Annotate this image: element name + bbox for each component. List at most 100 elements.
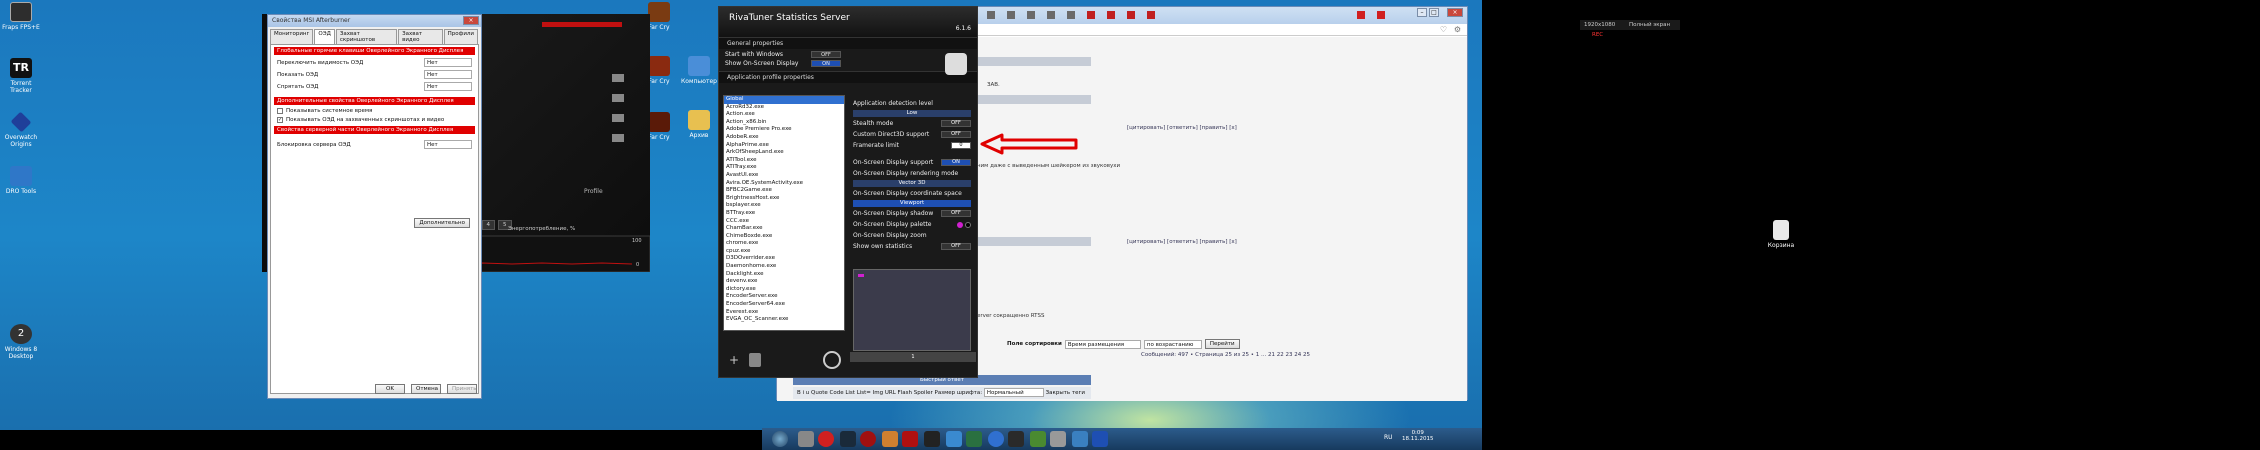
minimize-button[interactable]: – [1417, 8, 1427, 17]
desktop-icon-archive[interactable]: Архив [680, 110, 718, 139]
app-icon[interactable] [988, 431, 1004, 447]
app-icon[interactable] [860, 431, 876, 447]
toolbar-buttons[interactable]: B i u Quote Code List List= Img URL Flas… [797, 390, 982, 396]
tab-osd[interactable]: ОЭД [314, 29, 335, 44]
app-list-item[interactable]: EncoderServer.exe [724, 293, 844, 301]
osd-coord-row: On-Screen Display coordinate space [853, 189, 971, 198]
pagination[interactable]: Сообщений: 497 • Страница 25 из 25 • 1 .… [1141, 352, 1310, 358]
hotkey-row: Спрятать ОЭД Нет [277, 82, 472, 91]
tab-monitoring[interactable]: Мониторинг [270, 29, 314, 44]
coord-space-slider[interactable]: Viewport [853, 200, 971, 207]
settings-icon[interactable]: ⚙ [1454, 25, 1461, 34]
more-button[interactable]: Дополнительно [414, 218, 470, 228]
hotkey-field[interactable]: Нет [424, 70, 472, 79]
font-size-select[interactable]: Нормальный [983, 388, 1044, 397]
tab-profiles[interactable]: Профили [443, 29, 478, 44]
start-button-icon[interactable] [772, 431, 788, 447]
tab-screenshots[interactable]: Захват скриншотов [335, 29, 398, 44]
desktop-icon-fraps[interactable]: Fraps FPS+E [2, 2, 40, 31]
palette-shadow-icon[interactable] [965, 221, 971, 228]
start-windows-toggle[interactable]: OFF [811, 51, 841, 58]
app-icon[interactable] [1008, 431, 1024, 447]
steam-icon[interactable] [840, 431, 856, 447]
app-list-item[interactable]: devenv.exe [724, 278, 844, 286]
dialog-buttons: OK Отмена Принять [375, 384, 477, 394]
sort-field-select[interactable]: Время размещения [1064, 339, 1141, 349]
trash-icon[interactable] [749, 353, 761, 367]
app-icon[interactable] [946, 431, 962, 447]
number-icon: 2 [10, 324, 32, 344]
taskbar-app-icon[interactable] [798, 431, 814, 447]
show-osd-toggle[interactable]: ON [811, 60, 841, 67]
checkbox-system-time[interactable]: Показывать системное время [277, 108, 472, 114]
post-actions[interactable]: [цитировать] [ответить] [править] [x] [1127, 125, 1237, 131]
app-icon[interactable] [1092, 431, 1108, 447]
rec-button[interactable]: REC [1592, 32, 1603, 38]
app-list-item[interactable]: Daemonhome.exe [724, 263, 844, 271]
desktop-icon-recycle[interactable]: Корзина [1762, 220, 1800, 249]
power-icon[interactable] [823, 351, 841, 369]
row-label: Переключить видимость ОЭД [277, 59, 364, 66]
rtss-logo-icon [945, 53, 967, 75]
post-text: ним даже с выведенным шейкером из звуков… [977, 163, 1121, 169]
render-mode-slider[interactable]: Vector 3D [853, 180, 971, 187]
stealth-toggle[interactable]: OFF [941, 120, 971, 127]
app-icon[interactable] [1030, 431, 1046, 447]
language-indicator[interactable]: RU [1384, 434, 1393, 441]
app-list-item[interactable]: dictory.exe [724, 286, 844, 294]
recorder-resolution[interactable]: 1920x1080 [1584, 22, 1615, 28]
osd-shadow-toggle[interactable]: OFF [941, 210, 971, 217]
desktop-icon-torrent[interactable]: TR Torrent Tracker [2, 58, 40, 94]
sort-order-select[interactable]: по возрастанию [1143, 339, 1202, 349]
palette-swatches[interactable] [957, 221, 971, 228]
detection-slider[interactable]: Low [853, 110, 971, 117]
scale-bottom: 0 [636, 262, 640, 268]
profile-slot-4[interactable]: 4 [481, 220, 495, 230]
hotkey-field[interactable]: Нет [424, 58, 472, 67]
osd-support-toggle[interactable]: ON [941, 159, 971, 166]
maximize-button[interactable]: □ [1429, 8, 1439, 17]
checkbox-osd-captures[interactable]: ✓ Показывать ОЭД на захваченных скриншот… [277, 117, 472, 123]
app-list-item[interactable]: Dacklight.exe [724, 271, 844, 279]
opera-icon[interactable] [818, 431, 834, 447]
prop-label: Show own statistics [853, 243, 913, 250]
zoom-slider[interactable]: 1 [850, 352, 976, 362]
post-actions[interactable]: [цитировать] [ответить] [править] [x] [1127, 239, 1237, 245]
server-block-field[interactable]: Нет [424, 140, 472, 149]
folder-icon[interactable] [882, 431, 898, 447]
app-list-item[interactable]: EncoderServer64.exe [724, 301, 844, 309]
app-icon[interactable] [1050, 431, 1066, 447]
app-icon[interactable] [966, 431, 982, 447]
recorder-mode[interactable]: Полный экран [1629, 22, 1670, 28]
diamond-icon [10, 111, 32, 133]
desktop-icon-overwatch[interactable]: Overwatch Origins [2, 111, 40, 148]
hotkey-row: Показать ОЭД Нет [277, 70, 472, 79]
custom-d3d-toggle[interactable]: OFF [941, 131, 971, 138]
app-list-item[interactable]: D3DOverrider.exe [724, 255, 844, 263]
go-button[interactable]: Перейти [1204, 339, 1240, 349]
desktop-icon-dro[interactable]: DRO Tools [2, 166, 40, 195]
section-hotkeys: Глобальные горячие клавиши Оверлейного Э… [274, 47, 475, 55]
add-icon[interactable]: + [729, 353, 743, 367]
close-button[interactable]: × [463, 16, 479, 25]
ok-button[interactable]: OK [375, 384, 405, 394]
palette-color-icon[interactable] [957, 221, 963, 228]
heart-icon[interactable]: ♡ [1440, 25, 1447, 34]
browser-close-button[interactable]: × [1447, 8, 1463, 17]
desktop-icon-win8[interactable]: 2 Windows 8 Desktop [2, 324, 40, 360]
close-tags[interactable]: Закрыть теги [1046, 390, 1085, 396]
cancel-button[interactable]: Отмена [411, 384, 441, 394]
desktop-icon-computer[interactable]: Компьютер [680, 56, 718, 85]
app-list-item[interactable]: Everest.exe [724, 309, 844, 317]
app-icon[interactable] [1072, 431, 1088, 447]
apply-button[interactable]: Принять [447, 384, 477, 394]
rtss-icon[interactable] [924, 431, 940, 447]
show-stats-toggle[interactable]: OFF [941, 243, 971, 250]
framerate-input[interactable]: 0 [951, 142, 971, 149]
hotkey-field[interactable]: Нет [424, 82, 472, 91]
detection-row: Application detection level [853, 99, 971, 108]
clock-date[interactable]: 18.11.2015 [1402, 436, 1434, 442]
afterburner-icon[interactable] [902, 431, 918, 447]
tab-video[interactable]: Захват видео [398, 29, 443, 44]
app-list-item[interactable]: EVGA_OC_Scanner.exe [724, 316, 844, 324]
